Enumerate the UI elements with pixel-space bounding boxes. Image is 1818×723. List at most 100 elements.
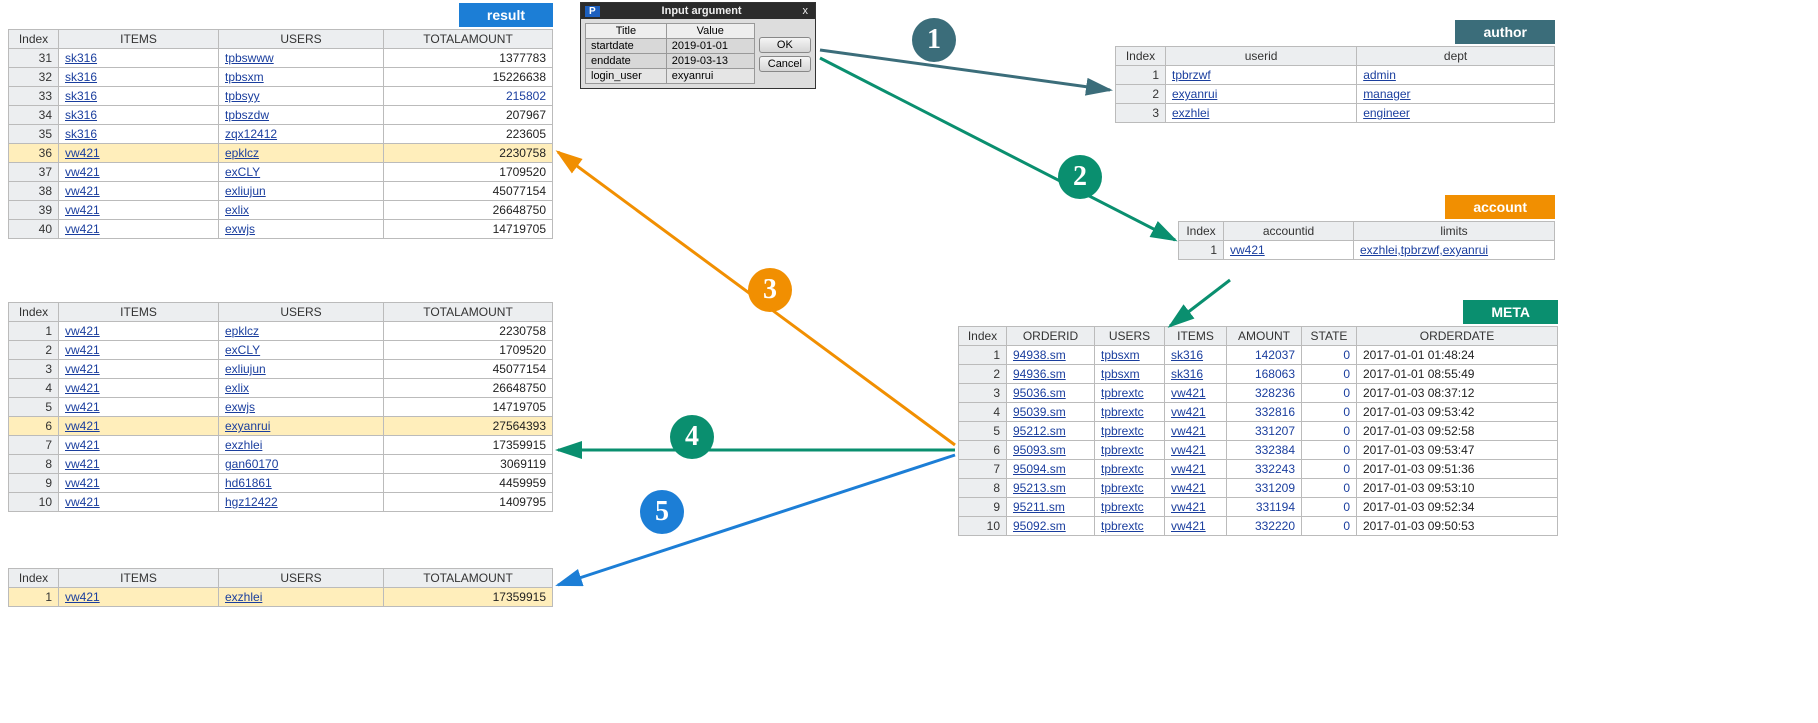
cell-users[interactable]: exliujun — [219, 360, 384, 379]
table-row: 1vw421exzhlei,tpbrzwf,exyanrui — [1179, 241, 1555, 260]
table-row: 33sk316tpbsyy215802 — [9, 87, 553, 106]
cell-users[interactable]: exlix — [219, 201, 384, 220]
param-value[interactable]: 2019-03-13 — [666, 54, 754, 69]
cell-dept[interactable]: engineer — [1357, 104, 1555, 123]
cell-users[interactable]: tpbsxm — [1095, 346, 1165, 365]
cell-items[interactable]: vw421 — [59, 436, 219, 455]
cell-items[interactable]: vw421 — [59, 182, 219, 201]
cell-users[interactable]: exliujun — [219, 182, 384, 201]
cell-userid[interactable]: tpbrzwf — [1166, 66, 1357, 85]
cell-dept[interactable]: manager — [1357, 85, 1555, 104]
cell-items[interactable]: vw421 — [59, 379, 219, 398]
cell-users[interactable]: exzhlei — [219, 436, 384, 455]
cell-items[interactable]: vw421 — [59, 144, 219, 163]
cell-users[interactable]: tpbrextc — [1095, 460, 1165, 479]
col-index: Index — [9, 30, 59, 49]
cell-items[interactable]: vw421 — [1165, 498, 1227, 517]
col-totalamount: TOTALAMOUNT — [384, 30, 553, 49]
cell-orderid[interactable]: 95092.sm — [1007, 517, 1095, 536]
table-row: 294936.smtpbsxmsk31616806302017-01-01 08… — [959, 365, 1558, 384]
col-index: Index — [9, 303, 59, 322]
cell-orderid[interactable]: 95211.sm — [1007, 498, 1095, 517]
cell-users[interactable]: exCLY — [219, 341, 384, 360]
param-value[interactable]: 2019-01-01 — [666, 39, 754, 54]
cell-users[interactable]: tpbswww — [219, 49, 384, 68]
cell-items[interactable]: vw421 — [59, 163, 219, 182]
cell-users[interactable]: exyanrui — [219, 417, 384, 436]
cell-limits[interactable]: exzhlei,tpbrzwf,exyanrui — [1354, 241, 1555, 260]
cell-items[interactable]: sk316 — [59, 106, 219, 125]
cell-items[interactable]: sk316 — [59, 125, 219, 144]
cell-users[interactable]: tpbsxm — [219, 68, 384, 87]
cell-items[interactable]: vw421 — [1165, 479, 1227, 498]
cell-state: 0 — [1302, 403, 1357, 422]
cell-index: 7 — [959, 460, 1007, 479]
cell-dept[interactable]: admin — [1357, 66, 1555, 85]
cell-totalamount: 2230758 — [384, 322, 553, 341]
cell-users[interactable]: exzhlei — [219, 588, 384, 607]
cell-users[interactable]: tpbrextc — [1095, 498, 1165, 517]
step-1: 1 — [912, 18, 956, 62]
cell-users[interactable]: tpbrextc — [1095, 403, 1165, 422]
param-value[interactable]: exyanrui — [666, 69, 754, 84]
cell-items[interactable]: vw421 — [1165, 460, 1227, 479]
cell-items[interactable]: vw421 — [59, 588, 219, 607]
cancel-button[interactable]: Cancel — [759, 56, 811, 72]
cell-items[interactable]: sk316 — [59, 68, 219, 87]
cell-items[interactable]: sk316 — [1165, 365, 1227, 384]
cell-items[interactable]: vw421 — [1165, 422, 1227, 441]
cell-items[interactable]: vw421 — [59, 201, 219, 220]
cell-items[interactable]: vw421 — [59, 360, 219, 379]
cell-orderid[interactable]: 95094.sm — [1007, 460, 1095, 479]
cell-orderid[interactable]: 94938.sm — [1007, 346, 1095, 365]
cell-items[interactable]: vw421 — [59, 455, 219, 474]
cell-users[interactable]: exlix — [219, 379, 384, 398]
cell-items[interactable]: vw421 — [59, 474, 219, 493]
cell-users[interactable]: zqx12412 — [219, 125, 384, 144]
cell-items[interactable]: vw421 — [59, 493, 219, 512]
cell-orderid[interactable]: 94936.sm — [1007, 365, 1095, 384]
cell-userid[interactable]: exyanrui — [1166, 85, 1357, 104]
cell-index: 40 — [9, 220, 59, 239]
cell-orderid[interactable]: 95093.sm — [1007, 441, 1095, 460]
cell-users[interactable]: epklcz — [219, 322, 384, 341]
cell-orderid[interactable]: 95213.sm — [1007, 479, 1095, 498]
cell-items[interactable]: vw421 — [1165, 517, 1227, 536]
cell-items[interactable]: vw421 — [1165, 384, 1227, 403]
cell-users[interactable]: exCLY — [219, 163, 384, 182]
cell-items[interactable]: vw421 — [59, 417, 219, 436]
cell-users[interactable]: tpbsxm — [1095, 365, 1165, 384]
cell-items[interactable]: sk316 — [59, 87, 219, 106]
cell-accountid[interactable]: vw421 — [1224, 241, 1354, 260]
cell-users[interactable]: tpbsyy — [219, 87, 384, 106]
cell-users[interactable]: tpbrextc — [1095, 422, 1165, 441]
close-icon[interactable]: x — [800, 5, 812, 17]
cell-orderid[interactable]: 95039.sm — [1007, 403, 1095, 422]
cell-orderid[interactable]: 95036.sm — [1007, 384, 1095, 403]
cell-users[interactable]: exwjs — [219, 398, 384, 417]
cell-users[interactable]: tpbrextc — [1095, 479, 1165, 498]
cell-users[interactable]: tpbrextc — [1095, 384, 1165, 403]
cell-items[interactable]: vw421 — [59, 322, 219, 341]
cell-index: 38 — [9, 182, 59, 201]
table-row: 34sk316tpbszdw207967 — [9, 106, 553, 125]
cell-users[interactable]: hgz12422 — [219, 493, 384, 512]
cell-userid[interactable]: exzhlei — [1166, 104, 1357, 123]
cell-users[interactable]: tpbszdw — [219, 106, 384, 125]
cell-users[interactable]: tpbrextc — [1095, 517, 1165, 536]
ok-button[interactable]: OK — [759, 37, 811, 53]
cell-orderid[interactable]: 95212.sm — [1007, 422, 1095, 441]
cell-items[interactable]: vw421 — [1165, 441, 1227, 460]
cell-users[interactable]: hd61861 — [219, 474, 384, 493]
cell-users[interactable]: epklcz — [219, 144, 384, 163]
cell-users[interactable]: tpbrextc — [1095, 441, 1165, 460]
cell-items[interactable]: vw421 — [59, 398, 219, 417]
cell-users[interactable]: gan60170 — [219, 455, 384, 474]
cell-items[interactable]: vw421 — [59, 220, 219, 239]
cell-users[interactable]: exwjs — [219, 220, 384, 239]
cell-items[interactable]: sk316 — [1165, 346, 1227, 365]
cell-items[interactable]: vw421 — [1165, 403, 1227, 422]
cell-items[interactable]: sk316 — [59, 49, 219, 68]
result-table-b: Index ITEMS USERS TOTALAMOUNT 1vw421epkl… — [8, 302, 553, 512]
cell-items[interactable]: vw421 — [59, 341, 219, 360]
